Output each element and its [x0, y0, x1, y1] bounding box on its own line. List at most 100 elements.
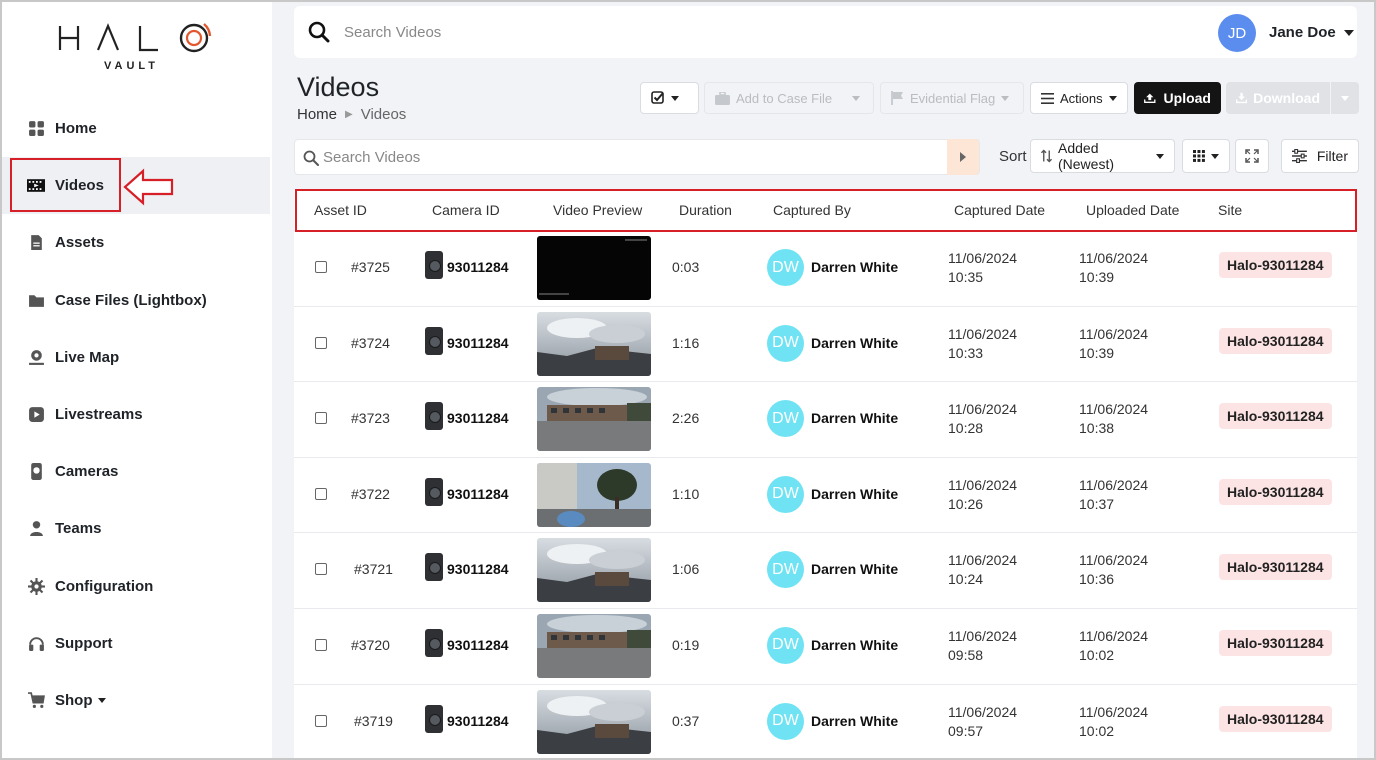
sidebar-item-assets[interactable]: Assets	[2, 214, 270, 271]
table-row[interactable]: #3720 93011284 0:19 DW Darren White 11/06/202…	[294, 609, 1357, 685]
row-checkbox[interactable]	[315, 563, 327, 576]
sidebar: VAULT Home Videos Assets Case Files (Lig…	[2, 2, 270, 758]
gear-icon	[27, 577, 45, 595]
camera-id[interactable]: 93011284	[447, 410, 509, 426]
videos-table: Asset ID Camera ID Video Preview Duratio…	[294, 189, 1357, 758]
camera-id[interactable]: 93011284	[447, 486, 509, 502]
breadcrumb-separator-icon: ▶	[345, 109, 353, 120]
row-checkbox[interactable]	[315, 714, 327, 727]
sidebar-item-shop[interactable]: Shop	[2, 672, 270, 729]
row-checkbox[interactable]	[315, 412, 327, 425]
site-badge[interactable]: Halo-93011284	[1219, 478, 1332, 505]
row-checkbox[interactable]	[315, 487, 327, 500]
upload-button[interactable]: Upload	[1134, 82, 1221, 114]
table-row[interactable]: #3719 93011284 0:37 DW Darren White 11/06/202…	[294, 685, 1357, 758]
captured-by-avatar: DW	[767, 400, 804, 438]
sidebar-item-label: Livestreams	[55, 406, 143, 424]
asset-id[interactable]: #3720	[351, 637, 390, 653]
logo-subtitle: VAULT	[104, 60, 160, 72]
user-name[interactable]: Jane Doe	[1269, 24, 1336, 41]
evidential-flag-button[interactable]: Evidential Flag	[880, 82, 1024, 114]
site-badge[interactable]: Halo-93011284	[1219, 629, 1332, 656]
download-label: Download	[1253, 90, 1320, 106]
left-arrow-icon	[123, 168, 174, 206]
sidebar-item-configuration[interactable]: Configuration	[2, 558, 270, 615]
chevron-down-icon	[1341, 95, 1349, 101]
sidebar-item-live-map[interactable]: Live Map	[2, 329, 270, 386]
site-badge[interactable]: Halo-93011284	[1219, 403, 1332, 430]
download-button[interactable]: Download	[1226, 82, 1330, 114]
captured-by-name: Darren White	[811, 334, 899, 351]
sidebar-item-home[interactable]: Home	[2, 100, 270, 157]
row-checkbox[interactable]	[315, 336, 327, 349]
captured-by-name: Darren White	[811, 561, 899, 578]
table-row[interactable]: #3725 93011284 0:03 DW Darren White 11/06/202…	[294, 231, 1357, 307]
site-badge[interactable]: Halo-93011284	[1219, 327, 1332, 354]
breadcrumb-home[interactable]: Home	[297, 106, 337, 123]
video-search-box[interactable]: Search Videos	[294, 139, 980, 175]
breadcrumb: Home ▶ Videos	[297, 106, 406, 123]
sort-dropdown[interactable]: Added (Newest)	[1030, 139, 1175, 173]
top-bar: Search Videos JD Jane Doe	[294, 6, 1357, 58]
asset-id[interactable]: #3725	[351, 259, 390, 275]
select-checkbox-dropdown[interactable]	[640, 82, 699, 114]
filter-button[interactable]: Filter	[1281, 139, 1359, 173]
video-preview-thumbnail[interactable]	[537, 613, 651, 678]
add-to-case-file-button[interactable]: Add to Case File	[704, 82, 874, 114]
video-preview-thumbnail[interactable]	[537, 387, 651, 452]
sidebar-item-label: Configuration	[55, 577, 154, 595]
sidebar-item-case-files[interactable]: Case Files (Lightbox)	[2, 272, 270, 329]
actions-dropdown[interactable]: Actions	[1030, 82, 1128, 114]
asset-id[interactable]: #3719	[354, 713, 393, 729]
fullscreen-button[interactable]	[1235, 139, 1269, 173]
sidebar-item-support[interactable]: Support	[2, 615, 270, 672]
play-icon	[27, 406, 45, 424]
user-avatar[interactable]: JD	[1218, 14, 1256, 52]
asset-id[interactable]: #3722	[351, 486, 390, 502]
sidebar-item-cameras[interactable]: Cameras	[2, 443, 270, 500]
table-row[interactable]: #3723 93011284 2:26 DW Darren White 11/06/202…	[294, 382, 1357, 458]
search-submit-button[interactable]	[947, 139, 979, 175]
download-options-toggle[interactable]	[1330, 82, 1359, 114]
asset-id[interactable]: #3721	[354, 561, 393, 577]
search-icon[interactable]	[308, 21, 330, 43]
captured-date-time: 09:58	[948, 646, 984, 663]
video-preview-thumbnail[interactable]	[537, 236, 651, 300]
chevron-down-icon[interactable]	[1344, 30, 1354, 36]
captured-date: 11/06/2024 10:35	[948, 249, 1017, 287]
captured-date-day: 11/06/2024	[948, 476, 1018, 493]
view-grid-dropdown[interactable]	[1182, 139, 1230, 173]
camera-id[interactable]: 93011284	[447, 335, 509, 351]
halo-vault-logo[interactable]: VAULT	[56, 14, 216, 74]
camera-id[interactable]: 93011284	[447, 561, 509, 577]
camera-id[interactable]: 93011284	[447, 259, 509, 275]
site-badge[interactable]: Halo-93011284	[1219, 554, 1332, 581]
asset-id[interactable]: #3724	[351, 335, 390, 351]
site-badge[interactable]: Halo-93011284	[1219, 252, 1332, 278]
row-checkbox[interactable]	[315, 638, 327, 651]
asset-id[interactable]: #3723	[351, 410, 390, 426]
video-search-input[interactable]: Search Videos	[323, 149, 420, 166]
site-badge[interactable]: Halo-93011284	[1219, 705, 1332, 732]
uploaded-date-time: 10:39	[1079, 344, 1115, 361]
video-preview-thumbnail[interactable]	[537, 311, 651, 376]
page-title: Videos	[297, 72, 380, 102]
table-row[interactable]: #3721 93011284 1:06 DW Darren White 11/06/202…	[294, 533, 1357, 609]
table-row[interactable]: #3722 93011284 1:10 DW Darren White 11/06/202…	[294, 458, 1357, 534]
app-frame: VAULT Home Videos Assets Case Files (Lig…	[0, 0, 1376, 760]
bodycam-icon	[425, 628, 443, 657]
sidebar-item-teams[interactable]: Teams	[2, 500, 270, 557]
captured-date-time: 10:35	[948, 269, 984, 285]
row-checkbox[interactable]	[315, 261, 327, 273]
sidebar-item-livestreams[interactable]: Livestreams	[2, 386, 270, 443]
sidebar-item-label: Live Map	[55, 348, 120, 366]
camera-id[interactable]: 93011284	[447, 637, 509, 653]
captured-by-name: Darren White	[811, 485, 899, 502]
captured-by-name: Darren White	[811, 712, 899, 729]
camera-id[interactable]: 93011284	[447, 713, 509, 729]
video-preview-thumbnail[interactable]	[537, 538, 651, 603]
video-preview-thumbnail[interactable]	[537, 689, 651, 754]
table-row[interactable]: #3724 93011284 1:16 DW Darren White 11/06/202…	[294, 307, 1357, 383]
global-search-input[interactable]: Search Videos	[344, 24, 441, 41]
video-preview-thumbnail[interactable]	[537, 462, 651, 527]
